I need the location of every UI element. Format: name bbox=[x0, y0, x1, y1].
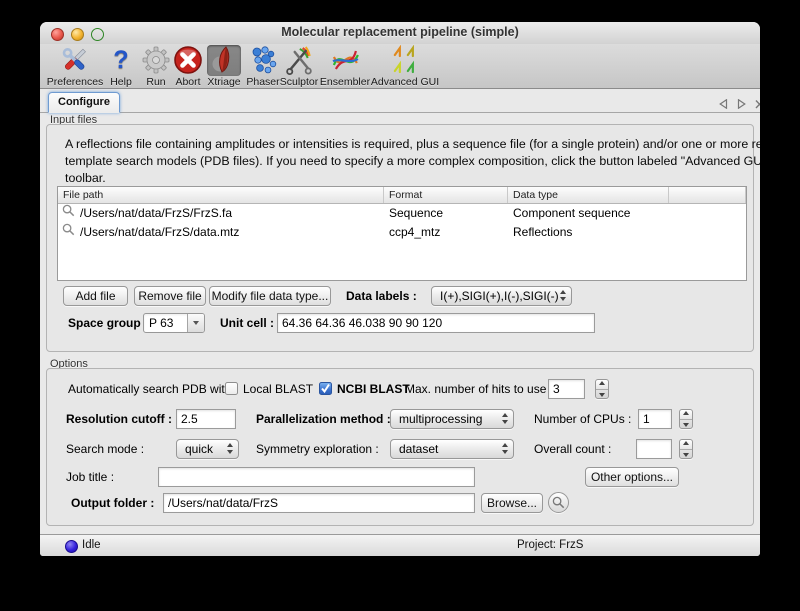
toolbar-button-preferences[interactable]: Preferences bbox=[47, 45, 104, 88]
file-path-cell: /Users/nat/data/FrzS/FrzS.fa bbox=[80, 204, 232, 223]
number-of-cpus-label: Number of CPUs : bbox=[534, 409, 631, 429]
app-window: Molecular replacement pipeline (simple) bbox=[40, 22, 760, 556]
toolbar-button-sculptor[interactable]: Sculptor bbox=[280, 45, 319, 88]
number-of-cpus-stepper[interactable] bbox=[679, 409, 693, 429]
project-label: Project: FrzS bbox=[517, 539, 583, 551]
next-tab-arrow-icon[interactable] bbox=[734, 96, 748, 107]
tab-strip: Configure bbox=[40, 88, 760, 113]
table-row[interactable]: /Users/nat/data/FrzS/FrzS.fa Sequence Co… bbox=[58, 204, 746, 223]
local-blast-checkbox[interactable] bbox=[225, 382, 238, 395]
prev-tab-arrow-icon[interactable] bbox=[716, 96, 730, 107]
job-title-label: Job title : bbox=[66, 467, 114, 487]
other-options-button[interactable]: Other options... bbox=[585, 467, 679, 487]
status-led-icon bbox=[65, 540, 78, 553]
tab-configure[interactable]: Configure bbox=[48, 92, 120, 113]
resolution-cutoff-label: Resolution cutoff : bbox=[66, 409, 172, 429]
magnifier-icon[interactable] bbox=[62, 204, 75, 223]
number-of-cpus-field[interactable] bbox=[638, 409, 672, 429]
window-title: Molecular replacement pipeline (simple) bbox=[40, 25, 760, 39]
ncbi-blast-checkbox[interactable] bbox=[319, 382, 332, 395]
toolbar-button-help[interactable]: ? Help bbox=[104, 45, 138, 88]
popup-arrows-icon bbox=[502, 443, 508, 454]
gear-icon bbox=[139, 45, 173, 76]
close-tab-icon[interactable] bbox=[752, 96, 760, 107]
format-cell: Sequence bbox=[384, 204, 508, 223]
ensembler-ribbons-icon bbox=[328, 45, 362, 76]
column-header-file-path: File path bbox=[58, 187, 384, 203]
status-text: Idle bbox=[82, 539, 101, 551]
input-files-description: A reflections file containing amplitudes… bbox=[65, 136, 760, 187]
overall-count-label: Overall count : bbox=[534, 439, 611, 459]
resolution-cutoff-field[interactable] bbox=[176, 409, 236, 429]
sculptor-scissors-icon bbox=[282, 45, 316, 76]
remove-file-button[interactable]: Remove file bbox=[134, 286, 206, 306]
file-table: File path Format Data type /Users/nat/da… bbox=[57, 186, 747, 281]
data-labels-popup[interactable]: I(+),SIGI(+),I(-),SIGI(-) bbox=[431, 286, 572, 306]
search-mode-label: Search mode : bbox=[66, 439, 144, 459]
unit-cell-field[interactable] bbox=[277, 313, 595, 333]
auto-search-label: Automatically search PDB with : bbox=[68, 379, 238, 399]
symmetry-exploration-popup[interactable]: dataset bbox=[390, 439, 514, 459]
options-groupbox: Automatically search PDB with : Local BL… bbox=[46, 368, 754, 526]
parallelization-method-label: Parallelization method : bbox=[256, 409, 391, 429]
advanced-gui-icon bbox=[388, 45, 422, 76]
local-blast-label: Local BLAST bbox=[243, 379, 313, 399]
toolbar-button-xtriage[interactable]: Xtriage bbox=[207, 45, 241, 88]
output-folder-label: Output folder : bbox=[71, 493, 154, 513]
table-row[interactable]: /Users/nat/data/FrzS/data.mtz ccp4_mtz R… bbox=[58, 223, 746, 242]
magnifier-icon[interactable] bbox=[62, 223, 75, 242]
open-folder-magnifier-button[interactable] bbox=[548, 492, 569, 513]
browse-button[interactable]: Browse... bbox=[481, 493, 543, 513]
input-files-groupbox: A reflections file containing amplitudes… bbox=[46, 124, 754, 352]
add-file-button[interactable]: Add file bbox=[63, 286, 128, 306]
toolbar-button-ensembler[interactable]: Ensembler bbox=[320, 45, 370, 88]
toolbar: Preferences ? Help Run bbox=[40, 44, 760, 89]
help-icon: ? bbox=[104, 45, 138, 76]
preferences-icon bbox=[58, 45, 92, 76]
popup-arrows-icon bbox=[227, 443, 233, 454]
toolbar-button-phaser[interactable]: Phaser bbox=[246, 45, 280, 88]
max-hits-label: Max. number of hits to use : bbox=[405, 379, 553, 399]
toolbar-button-abort[interactable]: Abort bbox=[171, 45, 205, 88]
popup-arrows-icon bbox=[560, 290, 566, 301]
data-type-cell: Reflections bbox=[508, 223, 669, 242]
ncbi-blast-label: NCBI BLAST bbox=[337, 379, 410, 399]
combo-dropdown-icon[interactable] bbox=[187, 314, 204, 332]
toolbar-button-run[interactable]: Run bbox=[139, 45, 173, 88]
column-header-data-type: Data type bbox=[508, 187, 669, 203]
max-hits-field[interactable] bbox=[548, 379, 585, 399]
status-bar: Idle Project: FrzS bbox=[40, 534, 760, 556]
format-cell: ccp4_mtz bbox=[384, 223, 508, 242]
job-title-field[interactable] bbox=[158, 467, 475, 487]
toolbar-button-advanced-gui[interactable]: Advanced GUI bbox=[371, 45, 439, 88]
space-group-combobox[interactable]: P 63 bbox=[143, 313, 205, 333]
modify-file-data-type-button[interactable]: Modify file data type... bbox=[209, 286, 331, 306]
symmetry-exploration-label: Symmetry exploration : bbox=[256, 439, 379, 459]
file-path-cell: /Users/nat/data/FrzS/data.mtz bbox=[80, 223, 239, 242]
data-labels-label: Data labels : bbox=[346, 286, 417, 306]
output-folder-field[interactable] bbox=[163, 493, 475, 513]
overall-count-field[interactable] bbox=[636, 439, 672, 459]
phaser-molecule-icon bbox=[246, 45, 280, 76]
file-table-header: File path Format Data type bbox=[58, 187, 746, 204]
parallelization-method-popup[interactable]: multiprocessing bbox=[390, 409, 514, 429]
unit-cell-label: Unit cell : bbox=[220, 313, 274, 333]
column-header-format: Format bbox=[384, 187, 508, 203]
data-type-cell: Component sequence bbox=[508, 204, 669, 223]
max-hits-stepper[interactable] bbox=[595, 379, 609, 399]
popup-arrows-icon bbox=[502, 413, 508, 424]
column-header-empty bbox=[669, 187, 746, 203]
title-bar: Molecular replacement pipeline (simple) bbox=[40, 22, 760, 45]
xtriage-icon bbox=[207, 45, 241, 76]
search-mode-popup[interactable]: quick bbox=[176, 439, 239, 459]
space-group-label: Space group : bbox=[68, 313, 148, 333]
overall-count-stepper[interactable] bbox=[679, 439, 693, 459]
abort-icon bbox=[171, 45, 205, 76]
